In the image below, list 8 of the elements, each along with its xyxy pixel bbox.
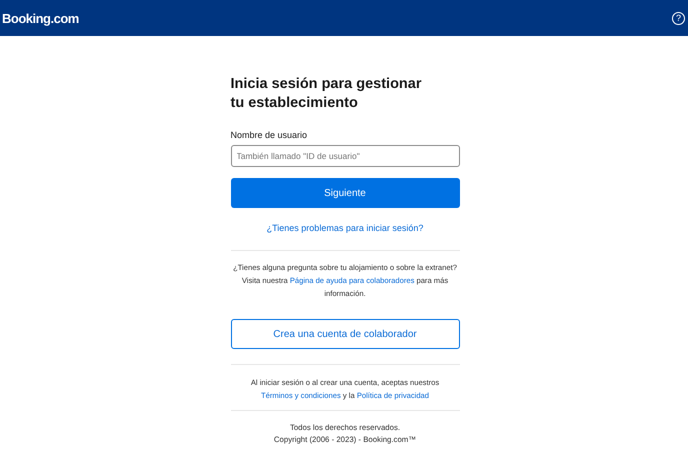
create-account-button[interactable]: Crea una cuenta de colaborador — [230, 319, 460, 349]
page-title: Inicia sesión para gestionar tu establecimiento — [230, 75, 422, 113]
logo[interactable]: Booking.com — [2, 10, 79, 26]
field-label: Nombre de usuario — [230, 130, 308, 141]
trouble-link[interactable]: ¿Tienes problemas para iniciar sesión? — [230, 223, 460, 234]
help-icon[interactable]: ? — [672, 12, 685, 24]
next-button[interactable]: Siguiente — [230, 178, 460, 208]
username-field[interactable]: También llamado "ID de usuario" — [230, 145, 460, 167]
